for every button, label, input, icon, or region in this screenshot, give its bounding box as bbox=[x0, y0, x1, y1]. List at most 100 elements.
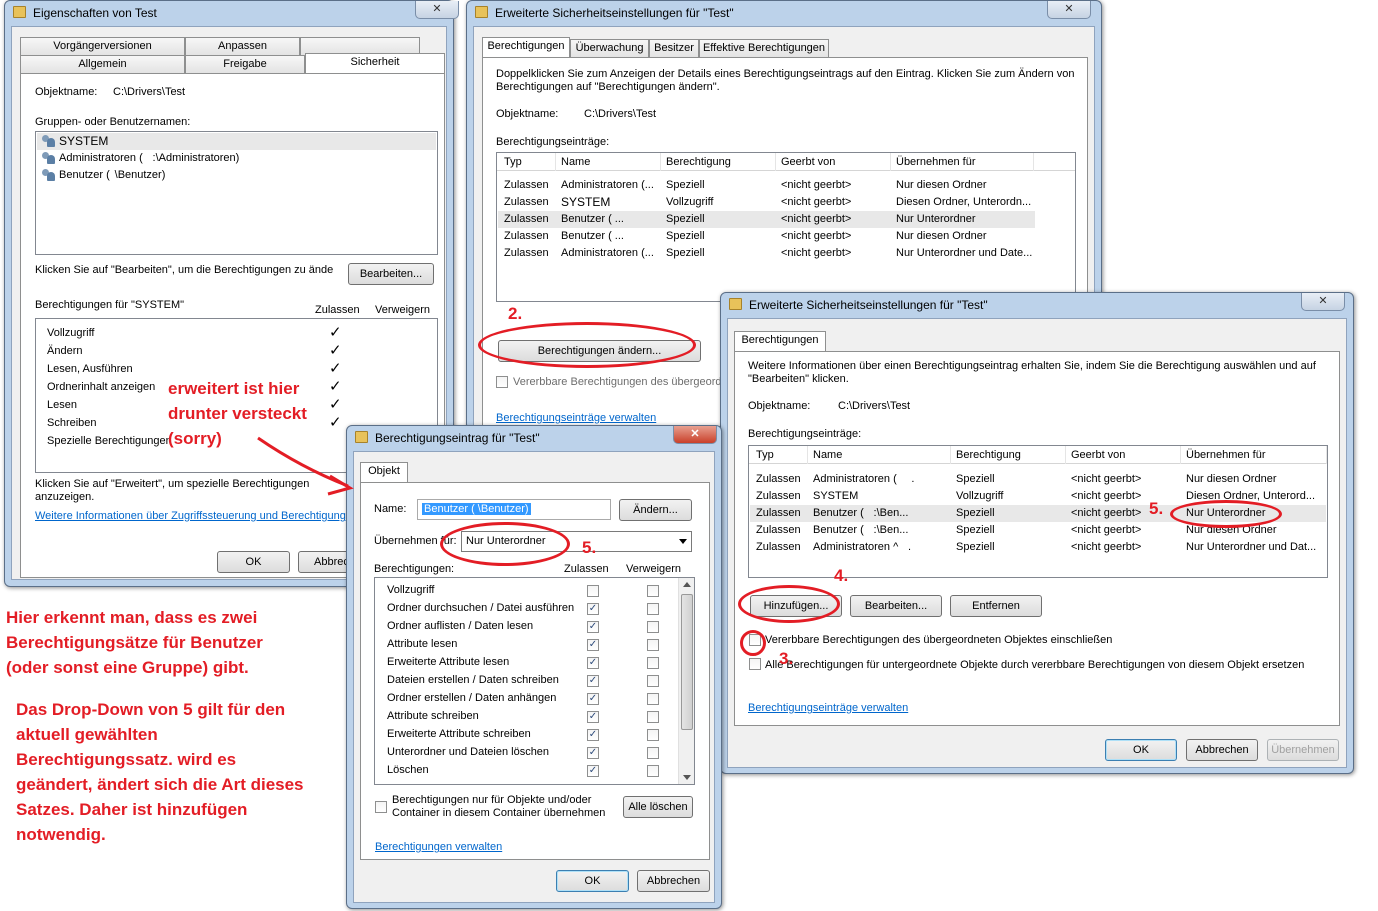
group-item[interactable]: Benutzer ( \Benutzer) bbox=[37, 167, 436, 184]
deny-checkbox[interactable] bbox=[647, 603, 659, 615]
tab-owner[interactable]: Besitzer bbox=[649, 39, 699, 57]
deny-checkbox[interactable] bbox=[647, 747, 659, 759]
entry-titlebar[interactable]: Berechtigungseintrag für "Test" ✕ bbox=[347, 426, 721, 450]
cell-name: Administratoren ( . bbox=[813, 473, 915, 485]
tab-permissions[interactable]: Berechtigungen bbox=[734, 331, 826, 351]
advanced-2-titlebar[interactable]: Erweiterte Sicherheitseinstellungen für … bbox=[721, 293, 1353, 317]
table-row[interactable]: Zulassen Administratoren ( . Speziell <n… bbox=[750, 471, 1326, 488]
allow-checkbox[interactable]: ✓ bbox=[587, 603, 599, 615]
cell-inherited: <nicht geerbt> bbox=[1071, 507, 1142, 519]
advanced-1-titlebar[interactable]: Erweiterte Sicherheitseinstellungen für … bbox=[467, 1, 1101, 25]
col-permission[interactable]: Berechtigung bbox=[661, 153, 776, 171]
entry-perm-row: Erweiterte Attribute schreiben ✓ bbox=[376, 726, 676, 744]
tab-effective-permissions[interactable]: Effektive Berechtigungen bbox=[699, 39, 829, 57]
col-name[interactable]: Name bbox=[808, 446, 951, 464]
only-container-checkbox[interactable] bbox=[375, 801, 387, 813]
deny-checkbox[interactable] bbox=[647, 675, 659, 687]
manage-entries-link[interactable]: Berechtigungseinträge verwalten bbox=[496, 412, 656, 424]
advanced-security-window-2: Erweiterte Sicherheitseinstellungen für … bbox=[720, 292, 1354, 774]
tab-previous-versions[interactable]: Vorgängerversionen bbox=[20, 37, 185, 55]
deny-checkbox[interactable] bbox=[647, 729, 659, 741]
group-item[interactable]: SYSTEM bbox=[37, 133, 436, 150]
inherit-checkbox[interactable] bbox=[496, 376, 508, 388]
allow-checkbox[interactable]: ✓ bbox=[587, 729, 599, 741]
close-icon[interactable]: ✕ bbox=[1301, 293, 1345, 311]
deny-checkbox[interactable] bbox=[647, 657, 659, 669]
annotation-circle-dropdown bbox=[440, 522, 570, 566]
cell-inherited: <nicht geerbt> bbox=[781, 196, 852, 208]
allow-checkbox[interactable]: ✓ bbox=[587, 657, 599, 669]
deny-checkbox[interactable] bbox=[647, 639, 659, 651]
tab-general[interactable]: Allgemein bbox=[20, 55, 185, 73]
col-type[interactable]: Typ bbox=[751, 446, 808, 464]
ok-button[interactable]: OK bbox=[556, 870, 629, 892]
close-icon[interactable]: ✕ bbox=[1047, 1, 1091, 19]
table-row[interactable]: Zulassen Administratoren (... Speziell <… bbox=[498, 245, 1035, 262]
col-permission[interactable]: Berechtigung bbox=[951, 446, 1066, 464]
deny-checkbox[interactable] bbox=[647, 585, 659, 597]
cancel-button[interactable]: Abbrechen bbox=[1186, 739, 1258, 761]
table-row[interactable]: Zulassen Benutzer ( ... Speziell <nicht … bbox=[498, 211, 1035, 228]
allow-checkbox[interactable] bbox=[587, 585, 599, 597]
advanced-2-hint-line1: Weitere Informationen über einen Berecht… bbox=[748, 360, 1316, 372]
cell-inherited: <nicht geerbt> bbox=[1071, 473, 1142, 485]
manage-entries-link[interactable]: Berechtigungseinträge verwalten bbox=[748, 702, 908, 714]
annotation-circle-inherit bbox=[740, 630, 766, 656]
tab-customize[interactable]: Anpassen bbox=[185, 37, 300, 55]
entry-perms-list[interactable]: Vollzugriff Ordner durchsuchen / Datei au… bbox=[374, 577, 695, 785]
scroll-down-icon[interactable] bbox=[683, 775, 691, 780]
replace-child-checkbox[interactable] bbox=[749, 658, 761, 670]
entry-perm-row: Ordner durchsuchen / Datei ausführen ✓ bbox=[376, 600, 676, 618]
allow-checkbox[interactable]: ✓ bbox=[587, 639, 599, 651]
allow-checkbox[interactable]: ✓ bbox=[587, 675, 599, 687]
table-row[interactable]: Zulassen Administratoren (... Speziell <… bbox=[498, 177, 1035, 194]
col-name[interactable]: Name bbox=[556, 153, 661, 171]
inherit-checkbox-label: Vererbbare Berechtigungen des übergeordn… bbox=[513, 376, 737, 388]
table-row[interactable]: Zulassen Administratoren ^ . Speziell <n… bbox=[750, 539, 1326, 556]
edit-entry-button[interactable]: Bearbeiten... bbox=[850, 595, 942, 617]
deny-checkbox[interactable] bbox=[647, 693, 659, 705]
allow-checkbox[interactable]: ✓ bbox=[587, 711, 599, 723]
ok-button[interactable]: OK bbox=[217, 551, 290, 573]
tab-sharing[interactable]: Freigabe bbox=[185, 55, 305, 73]
col-applies-to[interactable]: Übernehmen für bbox=[891, 153, 1034, 171]
allow-checkbox[interactable]: ✓ bbox=[587, 765, 599, 777]
groups-list[interactable]: SYSTEM Administratoren ( :\Administrator… bbox=[35, 131, 438, 255]
cancel-button[interactable]: Abbrechen bbox=[637, 870, 710, 892]
more-info-link[interactable]: Weitere Informationen über Zugriffssteue… bbox=[35, 510, 347, 522]
tab-object[interactable]: Objekt bbox=[360, 462, 408, 482]
annotation-step-3: 3. bbox=[779, 649, 794, 668]
tab-permissions[interactable]: Berechtigungen bbox=[482, 37, 570, 57]
scroll-up-icon[interactable] bbox=[683, 582, 691, 587]
ok-button[interactable]: OK bbox=[1105, 739, 1177, 761]
clear-all-button[interactable]: Alle löschen bbox=[623, 796, 693, 818]
name-field[interactable]: Benutzer ( \Benutzer) bbox=[417, 499, 611, 520]
table-row[interactable]: Zulassen SYSTEM Vollzugriff <nicht geerb… bbox=[498, 194, 1035, 211]
allow-checkbox[interactable]: ✓ bbox=[587, 747, 599, 759]
scroll-thumb[interactable] bbox=[681, 594, 693, 730]
deny-checkbox[interactable] bbox=[647, 621, 659, 633]
table-row[interactable]: Zulassen Benutzer ( ... Speziell <nicht … bbox=[498, 228, 1035, 245]
col-inherited[interactable]: Geerbt von bbox=[776, 153, 891, 171]
manage-permissions-link[interactable]: Berechtigungen verwalten bbox=[375, 841, 502, 853]
deny-checkbox[interactable] bbox=[647, 711, 659, 723]
col-type[interactable]: Typ bbox=[499, 153, 556, 171]
allow-checkbox[interactable]: ✓ bbox=[587, 693, 599, 705]
edit-button[interactable]: Bearbeiten... bbox=[348, 263, 434, 285]
close-icon[interactable]: ✕ bbox=[415, 1, 459, 19]
group-item[interactable]: Administratoren ( :\Administratoren) bbox=[37, 150, 436, 167]
tab-security[interactable]: Sicherheit bbox=[305, 53, 445, 73]
scrollbar[interactable] bbox=[678, 578, 694, 784]
folder-icon bbox=[13, 6, 26, 18]
col-inherited[interactable]: Geerbt von bbox=[1066, 446, 1181, 464]
deny-checkbox[interactable] bbox=[647, 765, 659, 777]
col-applies-to[interactable]: Übernehmen für bbox=[1181, 446, 1327, 464]
advanced-1-entries-table[interactable]: Typ Name Berechtigung Geerbt von Überneh… bbox=[496, 152, 1076, 302]
remove-button[interactable]: Entfernen bbox=[950, 595, 1042, 617]
allow-checkbox[interactable]: ✓ bbox=[587, 621, 599, 633]
properties-titlebar[interactable]: Eigenschaften von Test ✕ bbox=[5, 1, 459, 25]
apply-button[interactable]: Übernehmen bbox=[1267, 739, 1339, 761]
close-icon[interactable]: ✕ bbox=[673, 426, 717, 444]
change-name-button[interactable]: Ändern... bbox=[619, 499, 692, 521]
tab-auditing[interactable]: Überwachung bbox=[570, 39, 649, 57]
